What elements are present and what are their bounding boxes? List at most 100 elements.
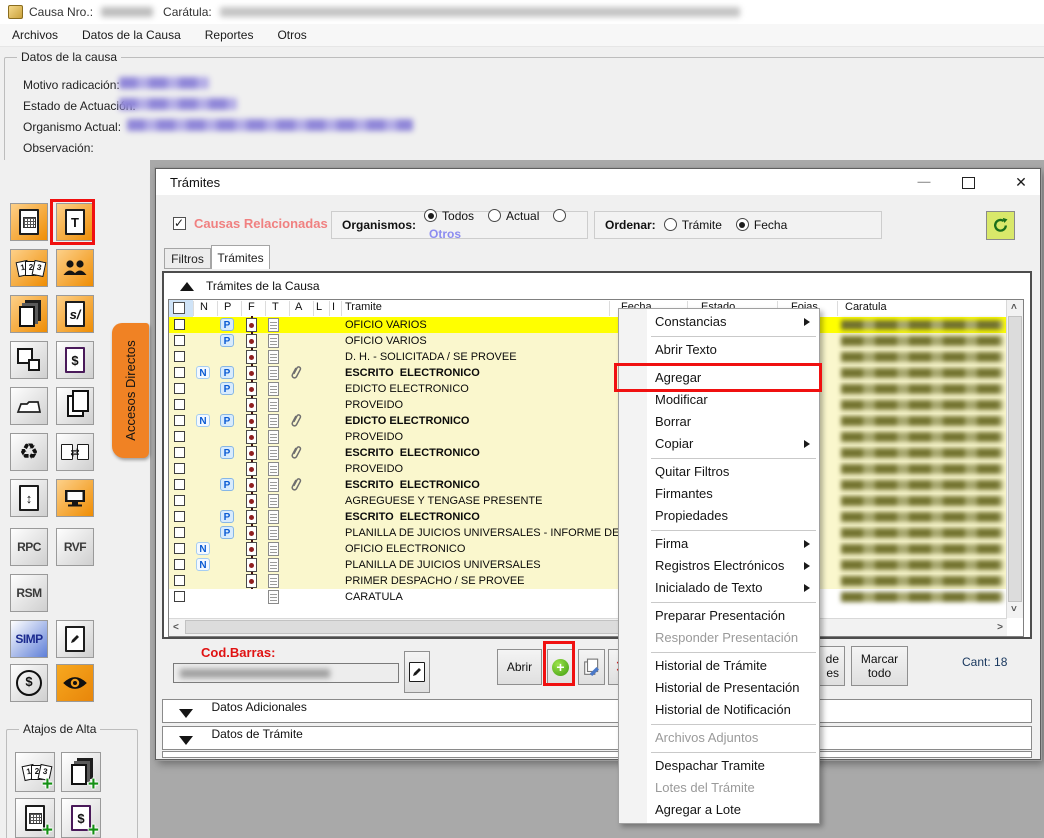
cod-barras-input[interactable] (173, 663, 399, 683)
menu-item-abrir-texto[interactable]: Abrir Texto (619, 339, 819, 361)
personas-button[interactable] (56, 249, 94, 287)
documentos-button[interactable] (56, 387, 94, 425)
simp-button[interactable]: SIMP (10, 620, 48, 658)
table-row[interactable]: NPESCRITO ELECTRONICO (169, 365, 1007, 381)
row-checkbox[interactable] (174, 399, 185, 410)
row-checkbox[interactable] (174, 415, 185, 426)
menu-item-borrar[interactable]: Borrar (619, 411, 819, 433)
menu-item-firma[interactable]: Firma (619, 533, 819, 555)
ver-button[interactable] (56, 664, 94, 702)
row-checkbox[interactable] (174, 479, 185, 490)
sello-button[interactable]: s/ (56, 295, 94, 333)
row-checkbox[interactable] (174, 559, 185, 570)
menu-item-constancias[interactable]: Constancias (619, 311, 819, 333)
carpeta-button[interactable] (10, 387, 48, 425)
table-row[interactable]: NOFICIO ELECTRONICO (169, 541, 1007, 557)
editar-documento-button[interactable] (56, 620, 94, 658)
menu-item-preparar-presentacion[interactable]: Preparar Presentación (619, 605, 819, 627)
table-header[interactable]: NPFTALITramiteFechaEstadoFojasCaratula (169, 300, 1007, 318)
tab-filtros[interactable]: Filtros (164, 248, 211, 269)
row-checkbox[interactable] (174, 591, 185, 602)
horizontal-scrollbar[interactable]: < > (169, 618, 1007, 636)
select-all-checkbox[interactable] (173, 302, 185, 314)
rvf-button[interactable]: RVF (56, 528, 94, 566)
menu-item-quitar-filtros[interactable]: Quitar Filtros (619, 461, 819, 483)
agenda-alta-button[interactable]: + (15, 798, 55, 838)
row-checkbox[interactable] (174, 367, 185, 378)
menu-item-agregar-a-lote[interactable]: Agregar a Lote (619, 799, 819, 821)
reciclar-button[interactable]: ♻ (10, 433, 48, 471)
row-checkbox[interactable] (174, 575, 185, 586)
marcar-todo-button[interactable]: Marcar todo (851, 646, 908, 686)
radio-actual[interactable] (488, 209, 501, 222)
menu-item-historial-de-tramite[interactable]: Historial de Trámite (619, 655, 819, 677)
menu-item-despachar-tramite[interactable]: Despachar Tramite (619, 755, 819, 777)
sign-button[interactable] (578, 649, 605, 685)
column-header-t[interactable]: T (272, 301, 279, 313)
column-header-tramite[interactable]: Tramite (345, 301, 382, 313)
vertical-scrollbar[interactable]: ˄ ˅ (1006, 300, 1023, 618)
radio-otros[interactable] (553, 209, 566, 222)
table-row[interactable]: POFICIO VARIOS (169, 333, 1007, 349)
row-checkbox[interactable] (174, 543, 185, 554)
column-header-f[interactable]: F (248, 301, 255, 313)
table-row[interactable]: PESCRITO ELECTRONICO (169, 445, 1007, 461)
row-checkbox[interactable] (174, 335, 185, 346)
row-checkbox[interactable] (174, 495, 185, 506)
scroll-left-icon[interactable]: < (173, 623, 179, 633)
menu-reportes[interactable]: Reportes (193, 28, 266, 42)
scroll-right-icon[interactable]: > (997, 623, 1003, 633)
menu-item-historial-de-notificacion[interactable]: Historial de Notificación (619, 699, 819, 721)
radio-fecha[interactable] (736, 218, 749, 231)
row-checkbox[interactable] (174, 463, 185, 474)
agenda-button[interactable] (10, 203, 48, 241)
mover-documento-button[interactable]: ↕ (10, 479, 48, 517)
menu-item-firmantes[interactable]: Firmantes (619, 483, 819, 505)
section-header[interactable]: Trámites de la Causa (164, 275, 1030, 297)
row-checkbox[interactable] (174, 431, 185, 442)
refresh-button[interactable] (986, 211, 1015, 240)
column-header-i[interactable]: I (332, 301, 335, 313)
copias-button[interactable] (10, 295, 48, 333)
menu-item-propiedades[interactable]: Propiedades (619, 505, 819, 527)
row-checkbox[interactable] (174, 511, 185, 522)
row-checkbox[interactable] (174, 351, 185, 362)
pago-documento-button[interactable]: $ (56, 341, 94, 379)
table-row[interactable]: POFICIO VARIOS (169, 317, 1007, 333)
intercambio-button[interactable]: ⇄ (56, 433, 94, 471)
vinculos-button[interactable] (10, 341, 48, 379)
row-checkbox[interactable] (174, 527, 185, 538)
column-header-p[interactable]: P (224, 301, 231, 313)
rpc-button[interactable]: RPC (10, 528, 48, 566)
table-row[interactable]: PEDICTO ELECTRONICO (169, 381, 1007, 397)
barcode-edit-button[interactable] (404, 651, 430, 693)
rsm-button[interactable]: RSM (10, 574, 48, 612)
column-header-caratula[interactable]: Caratula (845, 301, 887, 313)
table-row[interactable]: NPEDICTO ELECTRONICO (169, 413, 1007, 429)
header-select-all[interactable] (169, 300, 193, 317)
menu-item-historial-de-presentacion[interactable]: Historial de Presentación (619, 677, 819, 699)
copias-alta-button[interactable]: + (61, 752, 101, 792)
abrir-button[interactable]: Abrir (497, 649, 542, 685)
menu-otros[interactable]: Otros (265, 28, 318, 42)
datos-tramite-bar[interactable]: Datos de Trámite (162, 726, 1032, 750)
close-button[interactable]: ✕ (1011, 174, 1031, 191)
equipo-button[interactable] (56, 479, 94, 517)
dialog-titlebar[interactable]: Trámites (156, 169, 1040, 195)
row-checkbox[interactable] (174, 319, 185, 330)
minimize-button[interactable]: — (914, 174, 934, 189)
table-row[interactable]: PESCRITO ELECTRONICO (169, 509, 1007, 525)
causas-relacionadas-checkbox[interactable] (173, 217, 186, 230)
datos-adicionales-bar[interactable]: Datos Adicionales (162, 699, 1032, 723)
table-row[interactable]: PRIMER DESPACHO / SE PROVEE (169, 573, 1007, 589)
table-row[interactable]: PPLANILLA DE JUICIOS UNIVERSALES - INFOR… (169, 525, 1007, 541)
table-row[interactable]: CARATULA (169, 589, 1007, 605)
menu-item-registros-electronicos[interactable]: Registros Electrónicos (619, 555, 819, 577)
menu-datos-de-la-causa[interactable]: Datos de la Causa (70, 28, 193, 42)
column-header-n[interactable]: N (200, 301, 208, 313)
menu-archivos[interactable]: Archivos (0, 28, 70, 42)
table-row[interactable]: AGREGUESE Y TENGASE PRESENTE (169, 493, 1007, 509)
tab-tramites[interactable]: Trámites (211, 245, 270, 269)
column-header-a[interactable]: A (295, 301, 302, 313)
pago-alta-button[interactable]: $+ (61, 798, 101, 838)
